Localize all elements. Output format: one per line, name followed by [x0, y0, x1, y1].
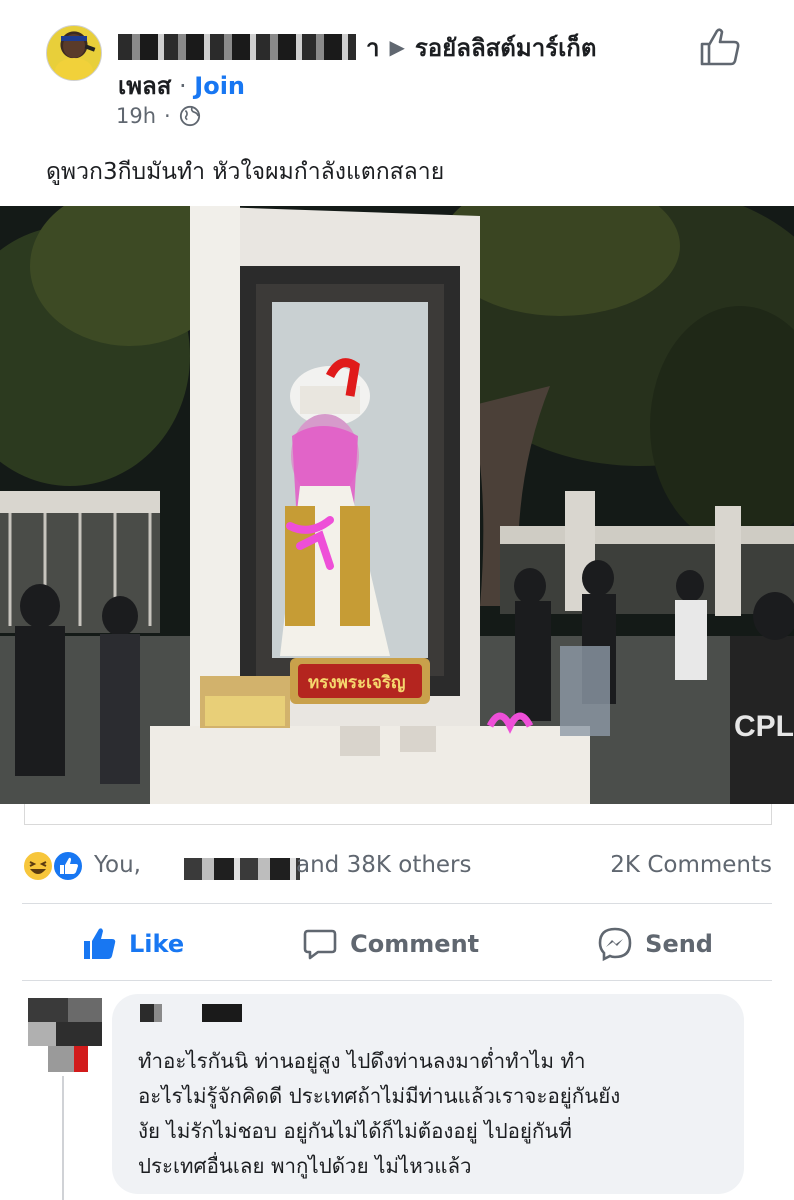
thumbs-up-outline-icon[interactable] [698, 24, 742, 68]
stats-divider [22, 903, 772, 904]
post-card-border [24, 804, 772, 825]
comment-button[interactable]: Comment [302, 926, 479, 962]
send-label: Send [645, 930, 713, 958]
messenger-icon [598, 927, 632, 962]
globe-icon [179, 105, 200, 127]
post-time[interactable]: 19h [116, 104, 156, 128]
reactions-bar[interactable]: You, and 38K others 2K Comments [22, 848, 772, 884]
comment-bubble-icon [303, 929, 337, 960]
redacted-poster-name [118, 34, 356, 60]
post-header-title: า ▶ รอยัลลิสต์มาร์เก็ต [118, 30, 596, 64]
redacted-names [184, 858, 300, 880]
photo-plaque-text: ทรงพระเจริญ [308, 673, 406, 693]
poster-avatar[interactable] [46, 25, 102, 81]
group-name-line2-row: เพลส · Join [118, 66, 245, 105]
actions-divider [22, 980, 772, 981]
thumbs-up-icon [84, 928, 116, 959]
post-actions: Like Comment Send [22, 918, 772, 970]
send-button[interactable]: Send [597, 926, 713, 962]
commenter-name[interactable] [140, 1004, 242, 1022]
svg-text:CPL: CPL [734, 710, 794, 743]
comment-text: ทำอะไรกันนิ ท่านอยู่สูง ไปดึงท่านลงมาต่ำ… [138, 1049, 621, 1178]
separator-dot: · [164, 104, 171, 128]
post-photo[interactable]: CPL ทรงพระเจริญ [0, 206, 794, 804]
comment-label: Comment [350, 930, 480, 958]
join-link[interactable]: Join [194, 72, 245, 100]
commenter-avatar[interactable] [24, 996, 104, 1074]
right-triangle-icon: ▶ [389, 35, 405, 59]
post-text: ดูพวก3กีบมันทำ หัวใจผมกำลังแตกสลาย [46, 159, 445, 185]
reaction-icons [22, 850, 84, 882]
redacted-commenter-part1 [140, 1004, 162, 1022]
reactions-you: You, [94, 852, 141, 878]
like-label: Like [129, 930, 185, 958]
comments-count[interactable]: 2K Comments [610, 852, 772, 878]
haha-icon [22, 850, 54, 882]
name-suffix: า [366, 33, 380, 62]
group-name-line2[interactable]: เพลส [118, 72, 171, 100]
post-meta: 19h · [116, 104, 201, 128]
group-name-line1[interactable]: รอยัลลิสต์มาร์เก็ต [415, 28, 597, 67]
like-button[interactable]: Like [81, 926, 184, 962]
redacted-commenter-part2 [202, 1004, 242, 1022]
comment-thread-line [62, 1076, 64, 1200]
separator: · [171, 72, 195, 100]
reactions-others[interactable]: and 38K others [296, 852, 472, 878]
